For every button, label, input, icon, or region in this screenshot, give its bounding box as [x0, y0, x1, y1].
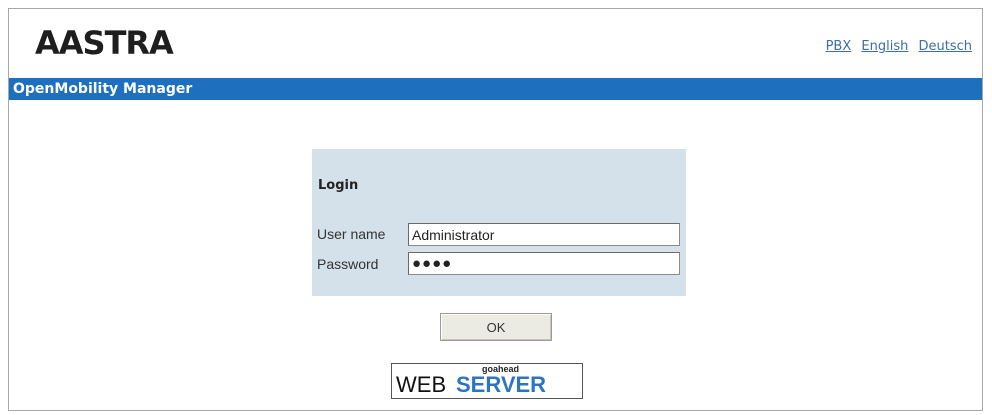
web-text: WEB — [396, 372, 447, 397]
ok-button[interactable]: OK — [440, 313, 552, 341]
pbx-link[interactable]: PBX — [826, 39, 852, 54]
english-link[interactable]: English — [861, 39, 908, 54]
username-label: User name — [317, 226, 386, 242]
username-input[interactable] — [408, 223, 680, 246]
page-frame: AASTRA PBX English Deutsch OpenMobility … — [8, 8, 983, 411]
password-label: Password — [317, 256, 379, 272]
top-links: PBX English Deutsch — [820, 39, 972, 54]
deutsch-link[interactable]: Deutsch — [918, 39, 972, 54]
title-bar: OpenMobility Manager — [9, 78, 982, 100]
aastra-logo: AASTRA — [35, 24, 174, 62]
password-input[interactable] — [408, 252, 680, 275]
goahead-webserver-logo[interactable]: goahead WEB SERVER — [391, 363, 583, 399]
login-panel: Login User name Password — [312, 149, 686, 296]
login-heading: Login — [318, 178, 359, 193]
server-text: SERVER — [456, 372, 547, 397]
